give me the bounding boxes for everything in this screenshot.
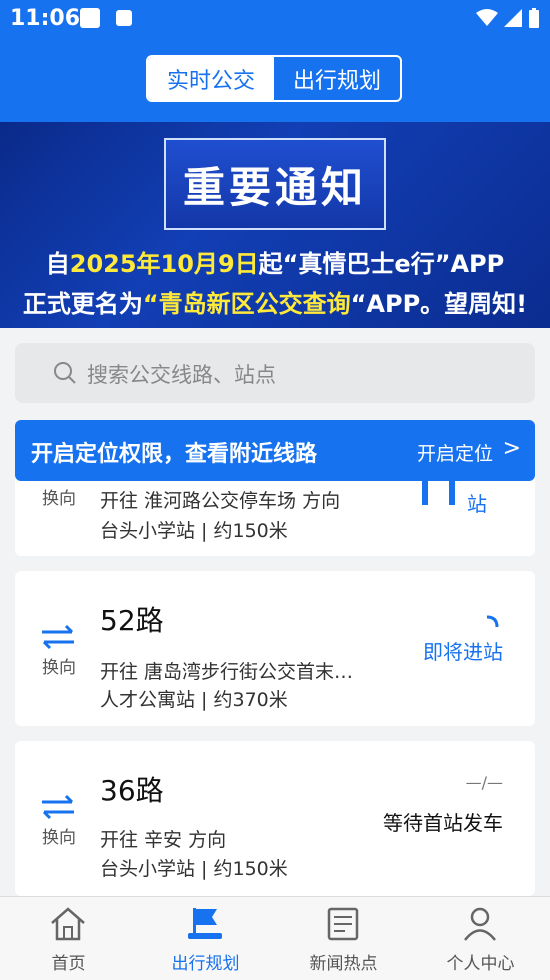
bottom-tab-bar: 首页 出行规划 新闻热点 个人中心 <box>0 896 550 980</box>
search-placeholder: 搜索公交线路、站点 <box>87 363 276 387</box>
enable-location-button[interactable]: 开启定位 <box>417 439 493 466</box>
route-eta-placeholder: —/— <box>465 773 503 792</box>
banner-line-1: 自2025年10月9日起“真情巴士e行”APP <box>45 250 505 278</box>
route-direction: 开往 唐岛湾步行街公交首末… <box>100 661 354 683</box>
tab-profile[interactable]: 个人中心 <box>412 897 549 980</box>
swap-arrows-icon[interactable] <box>40 793 76 821</box>
route-number: 36路 <box>100 774 164 807</box>
tab-realtime-bus[interactable]: 实时公交 <box>148 57 274 100</box>
route-stop: 台头小学站 | 约150米 <box>100 858 288 880</box>
tab-trip-planning[interactable]: 出行规划 <box>274 57 400 100</box>
route-card[interactable]: 换向 开往 淮河路公交停车场 方向 台头小学站 | 约150米 站 <box>15 470 535 556</box>
swap-direction-button[interactable]: 换向 <box>39 484 79 509</box>
search-icon <box>54 362 76 384</box>
swap-direction-label[interactable]: 换向 <box>39 653 79 678</box>
status-bar: 11:06 <box>0 0 550 40</box>
bus-bars-icon <box>422 480 428 505</box>
chevron-right-icon: > <box>502 436 521 461</box>
user-icon <box>464 907 496 941</box>
swap-arrows-icon[interactable] <box>40 623 76 651</box>
swap-direction-label[interactable]: 换向 <box>39 823 79 848</box>
route-number: 52路 <box>100 604 164 637</box>
tab-label: 新闻热点 <box>309 954 378 974</box>
tab-trip-planning-bottom[interactable]: 出行规划 <box>137 897 274 980</box>
route-status: 等待首站发车 <box>383 811 503 835</box>
tab-home[interactable]: 首页 <box>0 897 137 980</box>
tab-label: 首页 <box>51 954 86 974</box>
signal-icon <box>504 9 522 27</box>
route-card[interactable]: 换向 36路 开往 辛安 方向 台头小学站 | 约150米 —/— 等待首站发车 <box>15 741 535 896</box>
bus-bars-icon-2 <box>449 480 455 505</box>
app-notification-icon <box>116 10 132 26</box>
notice-banner[interactable]: 重要通知 自2025年10月9日起“真情巴士e行”APP 正式更名为“青岛新区公… <box>0 122 550 328</box>
route-direction: 开往 淮河路公交停车场 方向 <box>100 490 341 512</box>
tab-label: 个人中心 <box>446 954 515 974</box>
tab-news[interactable]: 新闻热点 <box>275 897 412 980</box>
segmented-control: 实时公交 出行规划 <box>146 55 402 102</box>
route-status: 即将进站 <box>423 640 503 664</box>
search-input[interactable]: 搜索公交线路、站点 <box>15 343 535 403</box>
notification-icon <box>80 8 100 28</box>
banner-line-2: 正式更名为“青岛新区公交查询“APP。望周知! <box>22 290 528 318</box>
loading-arc-icon <box>486 615 499 628</box>
status-time: 11:06 <box>10 6 81 31</box>
wifi-icon <box>476 9 498 26</box>
news-icon <box>327 907 359 941</box>
top-header: 实时公交 出行规划 <box>0 40 550 122</box>
location-permission-bar[interactable]: 开启定位权限，查看附近线路 开启定位 > <box>15 420 535 481</box>
banner-title: 重要通知 <box>164 138 386 230</box>
route-direction: 开往 辛安 方向 <box>100 829 227 851</box>
home-icon <box>51 907 85 941</box>
battery-icon <box>529 8 539 28</box>
route-card[interactable]: 换向 52路 开往 唐岛湾步行街公交首末… 人才公寓站 | 约370米 即将进站 <box>15 571 535 726</box>
location-prompt: 开启定位权限，查看附近线路 <box>31 442 318 467</box>
route-stop: 人才公寓站 | 约370米 <box>100 689 288 711</box>
flag-icon <box>188 908 222 939</box>
route-status: 站 <box>467 492 487 516</box>
tab-label: 出行规划 <box>171 954 240 974</box>
route-stop: 台头小学站 | 约150米 <box>100 520 288 542</box>
